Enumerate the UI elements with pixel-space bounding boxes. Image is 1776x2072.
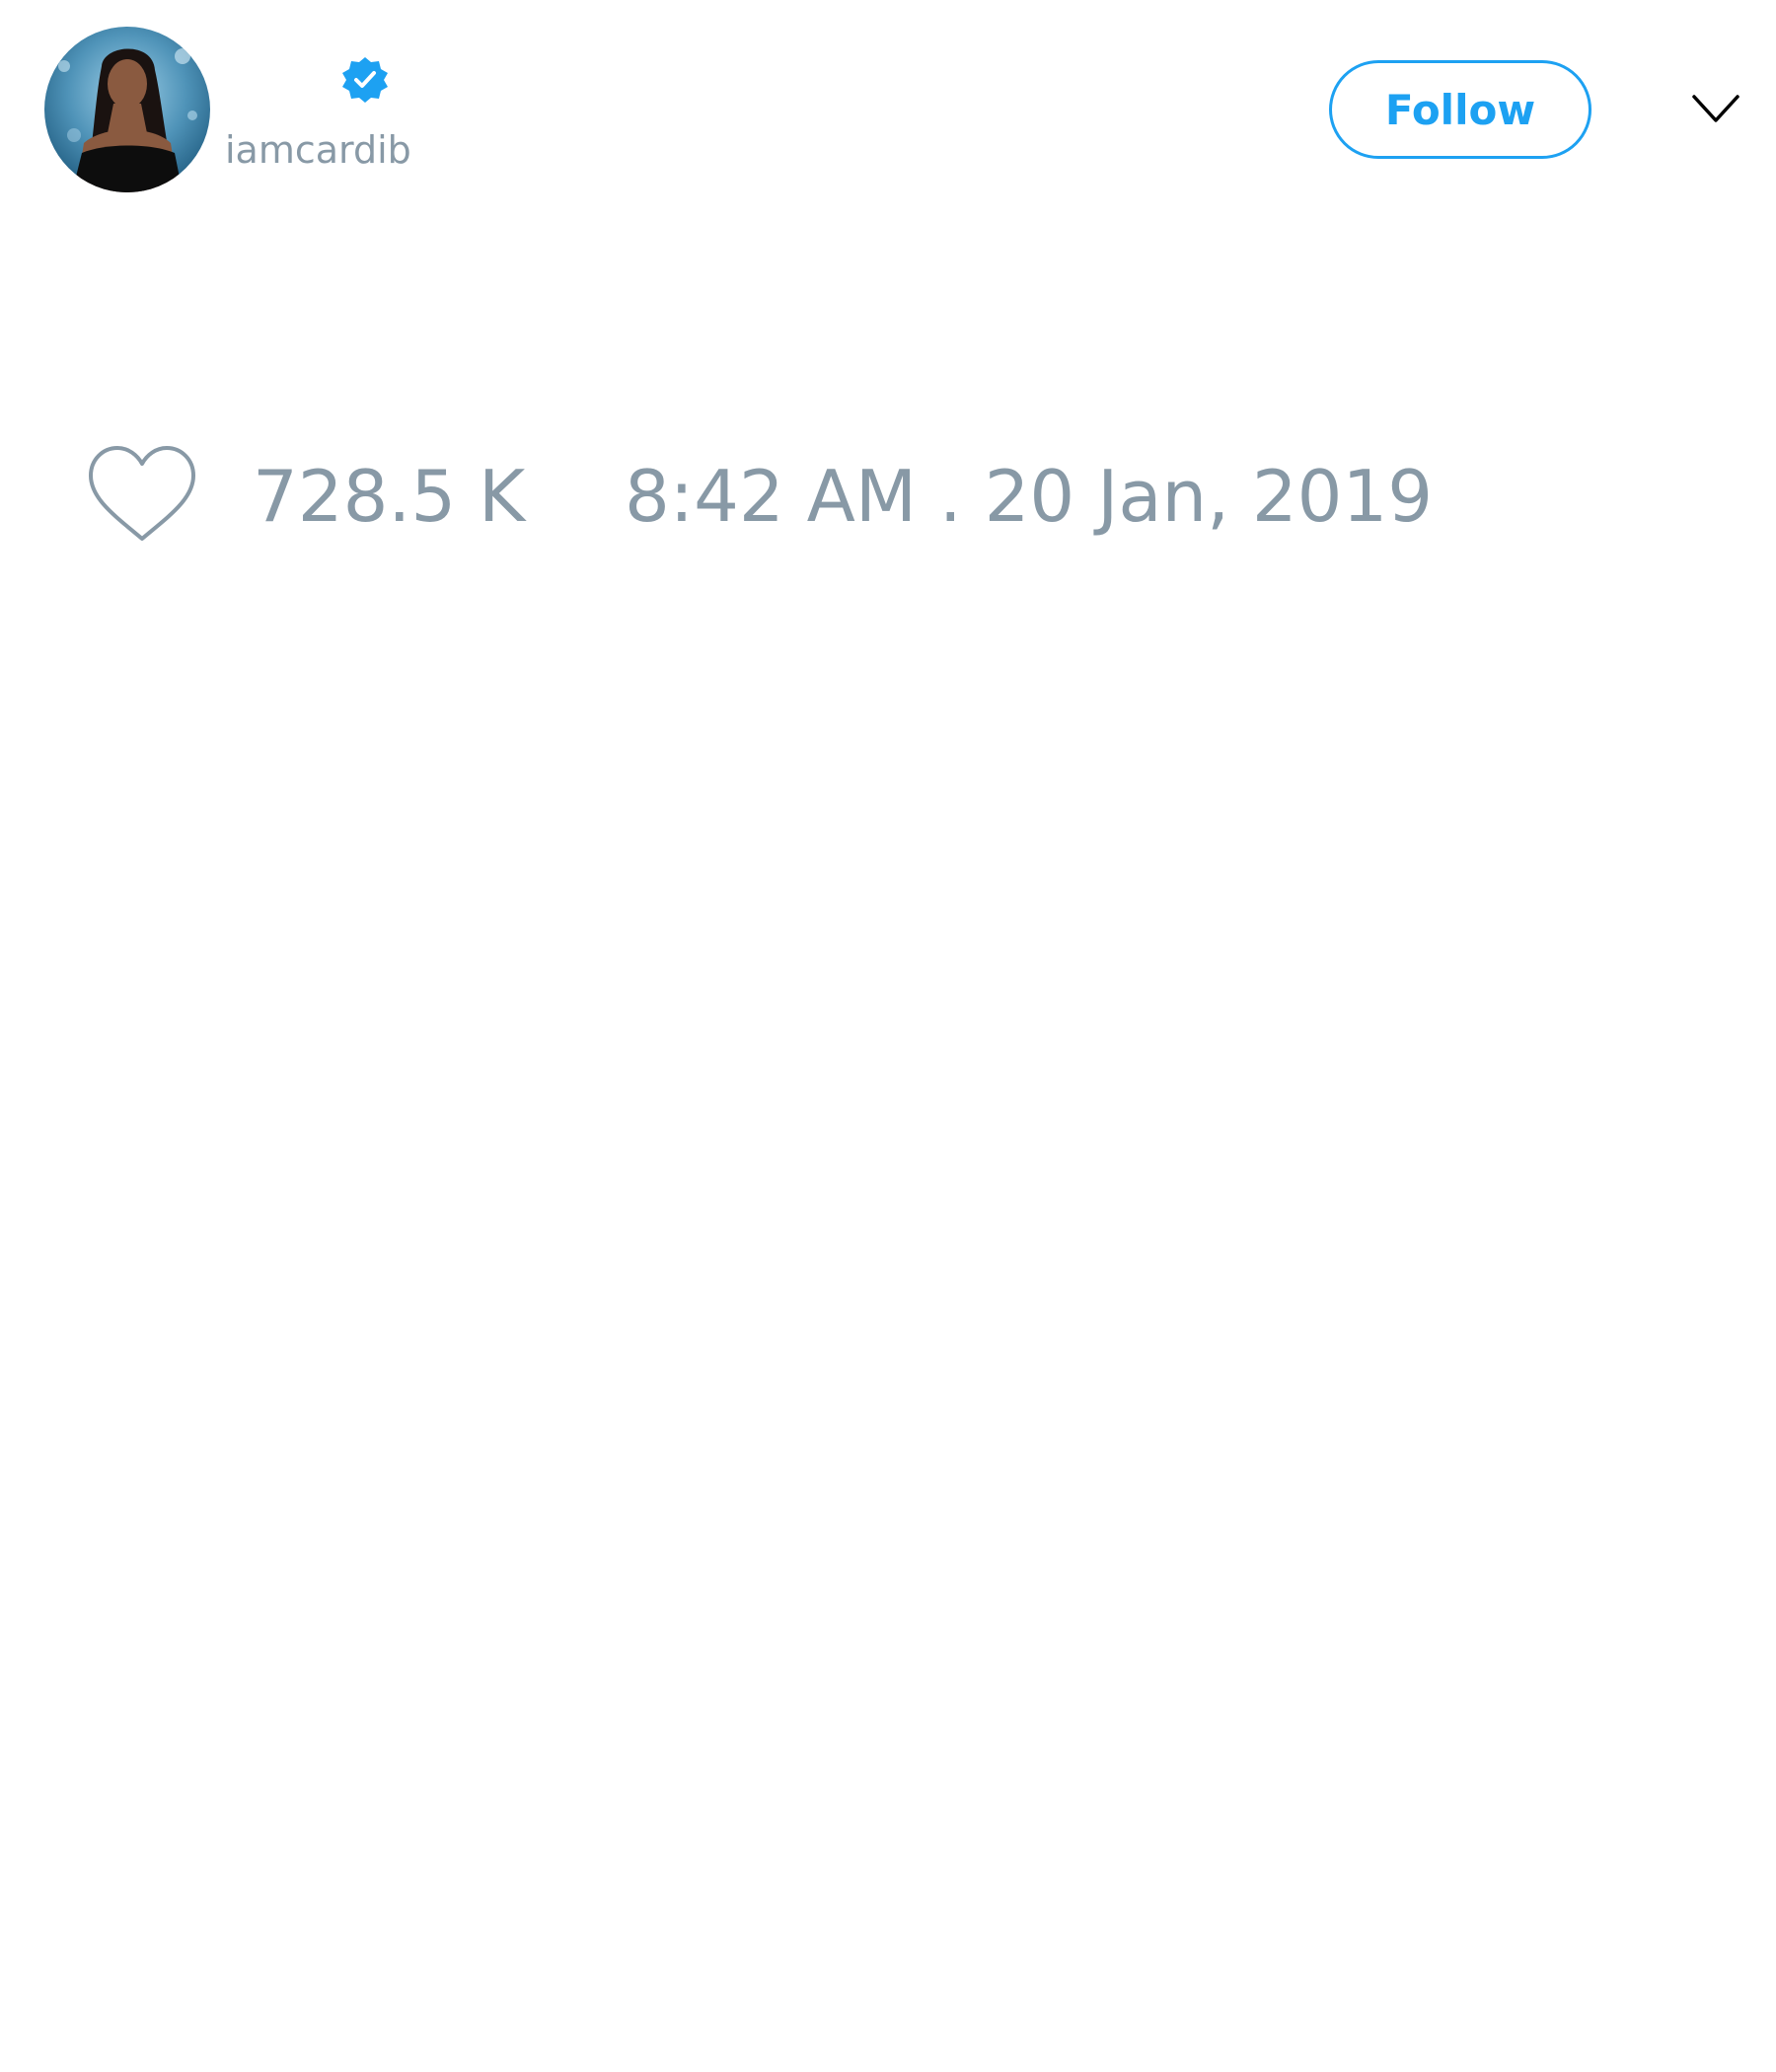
like-count: 728.5 K <box>253 455 526 538</box>
tweet-timestamp[interactable]: 8:42 AM . 20 Jan, 2019 <box>625 454 1433 539</box>
avatar-image <box>44 27 210 192</box>
verified-badge-icon <box>340 55 390 105</box>
heart-icon[interactable] <box>87 444 197 545</box>
user-handle[interactable]: iamcardib <box>225 126 411 174</box>
tweet-card: iamcardib Follow 728.5 K 8:42 AM . 20 Ja… <box>0 0 1776 2072</box>
follow-button[interactable]: Follow <box>1329 60 1591 159</box>
avatar[interactable] <box>44 27 210 192</box>
chevron-down-icon[interactable] <box>1691 93 1740 126</box>
